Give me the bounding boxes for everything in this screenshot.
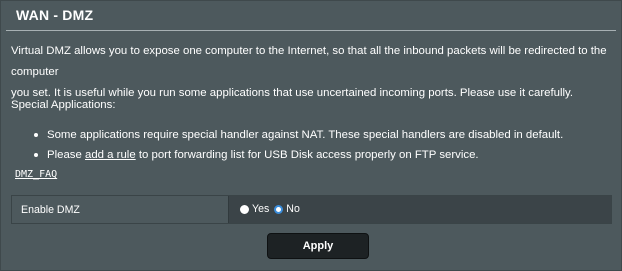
rule-note-suffix: to port forwarding list for USB Disk acc… <box>135 149 479 161</box>
dmz-settings-panel: WAN - DMZ Virtual DMZ allows you to expo… <box>0 0 622 271</box>
special-applications-list: Some applications require special handle… <box>34 128 563 168</box>
description-line-1: Virtual DMZ allows you to expose one com… <box>11 45 607 78</box>
apply-button[interactable]: Apply <box>267 233 369 259</box>
rule-note-prefix: Please <box>47 149 85 161</box>
enable-dmz-label-cell: Enable DMZ <box>12 196 229 223</box>
settings-table: Enable DMZ Yes No <box>11 195 612 224</box>
list-item: Please add a rule to port forwarding lis… <box>34 148 563 168</box>
dmz-description: Virtual DMZ allows you to expose one com… <box>11 41 617 104</box>
special-applications-heading: Special Applications: <box>11 99 116 111</box>
add-rule-link[interactable]: add a rule <box>85 149 136 161</box>
list-item: Some applications require special handle… <box>34 128 563 148</box>
nat-handler-note: Some applications require special handle… <box>47 129 564 141</box>
enable-dmz-yes-label[interactable]: Yes <box>252 203 269 215</box>
enable-dmz-label: Enable DMZ <box>21 204 80 216</box>
enable-dmz-yes-radio[interactable] <box>240 204 249 214</box>
enable-dmz-radio-group: Yes No <box>240 203 305 215</box>
dmz-faq-link[interactable]: DMZ_FAQ <box>15 169 57 180</box>
enable-dmz-no-label[interactable]: No <box>286 203 300 215</box>
page-title: WAN - DMZ <box>16 7 94 23</box>
title-divider <box>6 30 616 31</box>
enable-dmz-no-radio[interactable] <box>274 204 284 214</box>
